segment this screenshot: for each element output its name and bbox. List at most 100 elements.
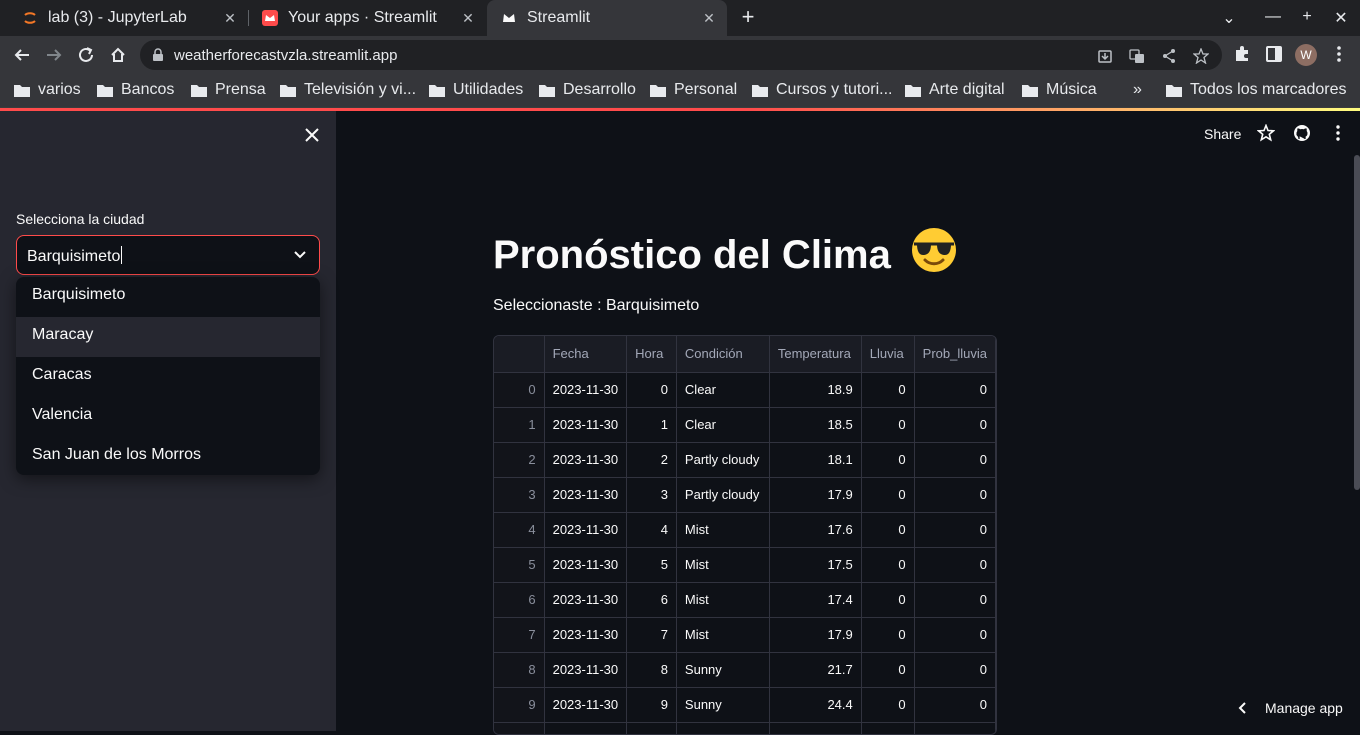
column-header-lluvia[interactable]: Lluvia — [861, 336, 915, 373]
tab-streamlit[interactable]: Streamlit ✕ — [487, 0, 727, 36]
table-cell[interactable]: 17.9 — [769, 617, 862, 653]
tab-your-apps[interactable]: Your apps · Streamlit ✕ — [248, 0, 486, 36]
close-sidebar-icon[interactable] — [302, 125, 322, 145]
tab-search-chevron-icon[interactable]: ⌄ — [1219, 8, 1239, 28]
table-cell[interactable]: Partly cloudy — [676, 477, 770, 513]
bookmark-folder[interactable]: Utilidades — [429, 81, 523, 99]
table-cell[interactable]: 2023-11-30 — [544, 582, 628, 618]
bookmark-folder[interactable]: Bancos — [97, 81, 174, 99]
table-cell[interactable]: 0 — [861, 652, 915, 688]
table-cell[interactable]: 0 — [914, 477, 996, 513]
bookmark-folder[interactable]: Personal — [650, 81, 737, 99]
table-cell[interactable]: 4 — [626, 512, 677, 548]
table-cell[interactable]: Clear — [676, 372, 770, 408]
page-scrollbar[interactable] — [1354, 155, 1360, 490]
table-cell[interactable]: 0 — [914, 512, 996, 548]
column-header-temperatura[interactable]: Temperatura — [769, 336, 862, 373]
dropdown-option[interactable]: Caracas — [16, 357, 320, 397]
table-cell[interactable]: 2023-11-30 — [544, 442, 628, 478]
install-app-icon[interactable] — [1097, 48, 1113, 64]
table-cell[interactable]: 0 — [861, 547, 915, 583]
bookmark-folder[interactable]: Televisión y vi... — [280, 81, 416, 99]
table-cell[interactable]: 0 — [914, 547, 996, 583]
table-cell[interactable]: 3 — [494, 477, 545, 513]
table-cell[interactable]: 0 — [861, 372, 915, 408]
table-cell[interactable]: 2023-11-30 — [544, 547, 628, 583]
manage-app-button[interactable]: Manage app — [1236, 700, 1343, 716]
dropdown-option[interactable]: Maracay — [16, 317, 320, 357]
table-cell[interactable]: 0 — [861, 512, 915, 548]
chevron-down-icon[interactable] — [293, 248, 307, 262]
bookmark-folder[interactable]: Cursos y tutori... — [752, 81, 892, 99]
table-cell[interactable]: Sunny — [676, 722, 770, 734]
close-icon[interactable]: ✕ — [460, 10, 476, 26]
bookmark-folder[interactable]: Arte digital — [905, 81, 1005, 99]
all-bookmarks-folder[interactable]: Todos los marcadores — [1166, 81, 1347, 99]
table-cell[interactable]: 2023-11-30 — [544, 617, 628, 653]
table-cell[interactable]: 2023-11-30 — [544, 512, 628, 548]
close-icon[interactable]: ✕ — [222, 10, 238, 26]
table-cell[interactable]: 1 — [494, 407, 545, 443]
table-cell[interactable]: Clear — [676, 407, 770, 443]
table-cell[interactable]: 6 — [626, 582, 677, 618]
share-button[interactable]: Share — [1204, 126, 1241, 142]
table-cell[interactable]: Sunny — [676, 652, 770, 688]
column-header-hora[interactable]: Hora — [626, 336, 677, 373]
bookmarks-overflow-button[interactable]: » — [1133, 81, 1142, 99]
table-cell[interactable]: 0 — [861, 687, 915, 723]
table-cell[interactable]: 2 — [626, 442, 677, 478]
table-cell[interactable]: Sunny — [676, 687, 770, 723]
table-cell[interactable]: 0 — [914, 582, 996, 618]
table-cell[interactable]: 24.4 — [769, 687, 862, 723]
main-menu-kebab-icon[interactable] — [1329, 124, 1347, 142]
extensions-puzzle-icon[interactable] — [1232, 44, 1252, 64]
home-icon[interactable] — [107, 44, 129, 66]
table-cell[interactable]: 2023-11-30 — [544, 372, 628, 408]
table-cell[interactable]: 18.9 — [769, 372, 862, 408]
table-cell[interactable]: 17.6 — [769, 512, 862, 548]
table-cell[interactable]: 0 — [914, 652, 996, 688]
tab-jupyterlab[interactable]: lab (3) - JupyterLab ✕ — [8, 0, 248, 36]
table-cell[interactable]: 5 — [494, 547, 545, 583]
table-cell[interactable]: 4 — [494, 512, 545, 548]
table-cell[interactable]: 2023-11-30 — [544, 477, 628, 513]
table-cell[interactable]: 0 — [861, 477, 915, 513]
table-cell[interactable]: 0 — [914, 407, 996, 443]
table-cell[interactable]: 7 — [626, 617, 677, 653]
table-cell[interactable]: 18.5 — [769, 407, 862, 443]
table-cell[interactable]: 0 — [914, 722, 996, 734]
reload-icon[interactable] — [75, 44, 97, 66]
table-cell[interactable]: 1 — [626, 407, 677, 443]
city-select[interactable]: Barquisimeto — [16, 235, 320, 275]
dropdown-option[interactable]: Valencia — [16, 397, 320, 437]
table-cell[interactable]: 26.0 — [769, 722, 862, 734]
table-cell[interactable]: 0 — [914, 687, 996, 723]
table-cell[interactable]: Mist — [676, 547, 770, 583]
table-cell[interactable]: Mist — [676, 512, 770, 548]
side-panel-icon[interactable] — [1264, 44, 1284, 64]
table-cell[interactable]: 2023-11-30 — [544, 722, 628, 734]
table-cell[interactable]: 0 — [861, 442, 915, 478]
github-icon[interactable] — [1293, 124, 1311, 142]
table-cell[interactable]: 2023-11-30 — [544, 652, 628, 688]
window-close-icon[interactable]: ✕ — [1331, 8, 1351, 28]
bookmark-folder[interactable]: Prensa — [191, 81, 266, 99]
table-cell[interactable]: 0 — [861, 407, 915, 443]
table-cell[interactable]: 0 — [914, 617, 996, 653]
star-icon[interactable] — [1257, 124, 1275, 142]
kebab-menu-icon[interactable] — [1329, 44, 1349, 64]
table-cell[interactable]: 6 — [494, 582, 545, 618]
bookmark-folder[interactable]: Música — [1022, 81, 1097, 99]
table-cell[interactable]: Mist — [676, 617, 770, 653]
table-cell[interactable]: Mist — [676, 582, 770, 618]
dropdown-option[interactable]: San Juan de los Morros — [16, 437, 320, 475]
table-cell[interactable]: 0 — [861, 582, 915, 618]
bookmark-folder[interactable]: Desarrollo — [539, 81, 636, 99]
bookmark-folder[interactable]: varios — [14, 81, 81, 99]
profile-avatar[interactable]: W — [1295, 44, 1317, 66]
table-cell[interactable]: 2 — [494, 442, 545, 478]
table-cell[interactable]: 8 — [626, 652, 677, 688]
table-cell[interactable]: 17.9 — [769, 477, 862, 513]
share-icon[interactable] — [1161, 48, 1177, 64]
column-header-index[interactable] — [494, 336, 545, 373]
